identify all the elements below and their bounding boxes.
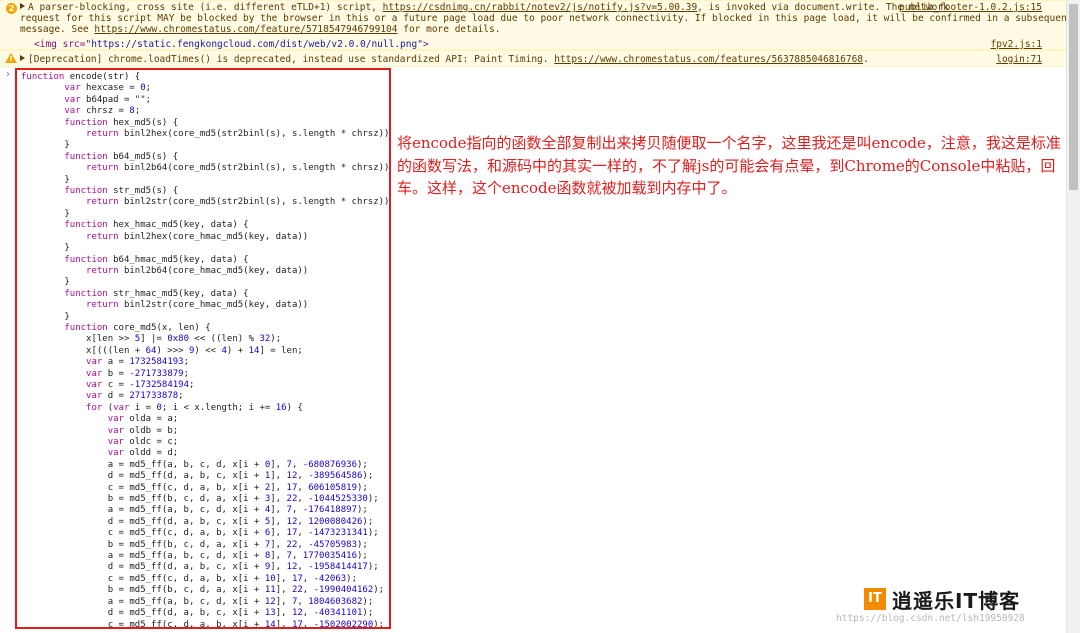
highlighted-code-block[interactable]: function encode(str) { var hexcase = 0; …: [15, 68, 391, 629]
paint-timing-link[interactable]: https://www.chromestatus.com/features/56…: [554, 54, 863, 65]
source-link-publib-footer[interactable]: publib_footer-1.0.2.js:15: [899, 2, 1042, 13]
chromestatus-feature-link[interactable]: https://www.chromestatus.com/feature/571…: [94, 24, 397, 35]
watermark-url: https://blog.csdn.net/lsh19950928: [836, 613, 1025, 624]
annotation-text: 将encode指向的函数全部复制出来拷贝随便取一个名字，这里我还是叫encode…: [397, 134, 1061, 197]
code-line: function b64_md5(s) {: [64, 151, 179, 162]
watermark-brand: 逍遥乐IT博客: [892, 589, 1021, 613]
code-line: d = md5_ff(d, a, b, c, x[i + 9], 12, -19…: [21, 562, 379, 573]
code-line: return binl2b64(core_hmac_md5(key, data)…: [86, 265, 309, 276]
code-line: d = md5_ff(d, a, b, c, x[i + 13], 12, -4…: [21, 608, 374, 619]
notify-script-link[interactable]: https://csdnimg.cn/rabbit/notev2/js/noti…: [383, 2, 698, 13]
code-line: function hex_md5(s) {: [64, 117, 179, 128]
code-line: return binl2str(core_md5(str2binl(s), s.…: [86, 197, 390, 208]
warning-message-line-3: message. See https://www.chromestatus.co…: [20, 24, 501, 35]
code-line: c = md5_ff(c, d, a, b, x[i + 6], 17, -14…: [21, 528, 379, 539]
code-line: var chrsz = 8;: [64, 106, 141, 117]
code-line: function b64_hmac_md5(key, data) {: [64, 254, 249, 265]
code-line: }: [21, 311, 70, 322]
code-line: var olda = a;: [107, 414, 179, 425]
source-link-fpv2[interactable]: fpv2.js:1: [991, 39, 1042, 50]
code-line: var oldd = d;: [107, 448, 179, 459]
code-line: a = md5_ff(a, b, c, d, x[i + 12], 7, 180…: [21, 596, 374, 607]
code-line: var a = 1732584193;: [86, 357, 189, 368]
code-line: x[(((len + 64) >>> 9) << 4) + 14] = len;: [21, 345, 303, 356]
encode-function-source[interactable]: function encode(str) { var hexcase = 0; …: [21, 72, 390, 629]
deprecation-message: [Deprecation] chrome.loadTimes() is depr…: [20, 54, 1066, 65]
code-line: return binl2b64(core_md5(str2binl(s), s.…: [86, 163, 390, 174]
code-line: return binl2str(core_hmac_md5(key, data)…: [86, 300, 309, 311]
source-link-login[interactable]: login:71: [996, 54, 1042, 65]
code-line: var c = -1732584194;: [86, 379, 195, 390]
console-warning-deprecation[interactable]: [Deprecation] chrome.loadTimes() is depr…: [0, 50, 1066, 67]
console-warning-parser-blocking[interactable]: 2 A parser-blocking, cross site (i.e. di…: [0, 0, 1080, 50]
code-line: c = md5_ff(c, d, a, b, x[i + 10], 17, -4…: [21, 573, 357, 584]
img-element-preview[interactable]: <img src="https://static.fengkongcloud.c…: [34, 39, 429, 50]
code-line: function core_md5(x, len) {: [64, 322, 211, 333]
expand-arrow-icon[interactable]: [20, 3, 25, 9]
code-line: }: [21, 208, 70, 219]
code-line: a = md5_ff(a, b, c, d, x[i + 0], 7, -680…: [21, 459, 368, 470]
code-line: function encode(str) {: [21, 72, 141, 82]
code-line: }: [21, 140, 70, 151]
code-line: a = md5_ff(a, b, c, d, x[i + 4], 7, -176…: [21, 505, 368, 516]
watermark-logo: IT: [864, 588, 886, 610]
code-line: var oldc = c;: [107, 437, 179, 447]
code-line: }: [21, 243, 70, 254]
vertical-scrollbar[interactable]: [1066, 0, 1080, 633]
code-line: b = md5_ff(b, c, d, a, x[i + 11], 22, -1…: [21, 585, 385, 596]
code-line: d = md5_ff(d, a, b, c, x[i + 5], 12, 120…: [21, 516, 374, 527]
code-line: x[len >> 5] |= 0x80 << ((len) % 32);: [21, 334, 282, 345]
code-line: c = md5_ff(c, d, a, b, x[i + 14], 17, -1…: [21, 619, 385, 629]
code-line: var d = 271733878;: [86, 391, 184, 402]
code-line: return binl2hex(core_md5(str2binl(s), s.…: [86, 129, 390, 140]
code-line: d = md5_ff(d, a, b, c, x[i + 1], 12, -38…: [21, 471, 374, 482]
warning-triangle-mark: !: [9, 55, 13, 63]
code-line: var oldb = b;: [107, 425, 179, 436]
code-line: }: [21, 277, 70, 288]
warning-count-badge-icon: 2: [6, 3, 17, 14]
code-line: c = md5_ff(c, d, a, b, x[i + 2], 17, 606…: [21, 482, 368, 493]
code-line: a = md5_ff(a, b, c, d, x[i + 8], 7, 1770…: [21, 551, 368, 562]
code-line: return binl2hex(core_hmac_md5(key, data)…: [86, 231, 309, 242]
code-line: var b64pad = "";: [64, 94, 152, 105]
warning-message-line-2: request for this script MAY be blocked b…: [20, 13, 1080, 24]
code-line: var b = -271733879;: [86, 368, 189, 379]
expand-arrow-icon[interactable]: [20, 55, 25, 61]
scrollbar-thumb[interactable]: [1069, 4, 1078, 190]
code-line: }: [21, 174, 70, 185]
code-line: function hex_hmac_md5(key, data) {: [64, 220, 249, 231]
code-line: function str_hmac_md5(key, data) {: [64, 288, 249, 299]
code-line: b = md5_ff(b, c, d, a, x[i + 3], 22, -10…: [21, 494, 379, 505]
code-line: b = md5_ff(b, c, d, a, x[i + 7], 22, -45…: [21, 539, 368, 550]
code-line: function str_md5(s) {: [64, 186, 179, 197]
console-prompt-icon: ›: [6, 69, 10, 80]
code-line: var hexcase = 0;: [64, 83, 152, 94]
code-line: for (var i = 0; i < x.length; i += 16) {: [86, 402, 303, 413]
devtools-console: 2 A parser-blocking, cross site (i.e. di…: [0, 0, 1080, 633]
